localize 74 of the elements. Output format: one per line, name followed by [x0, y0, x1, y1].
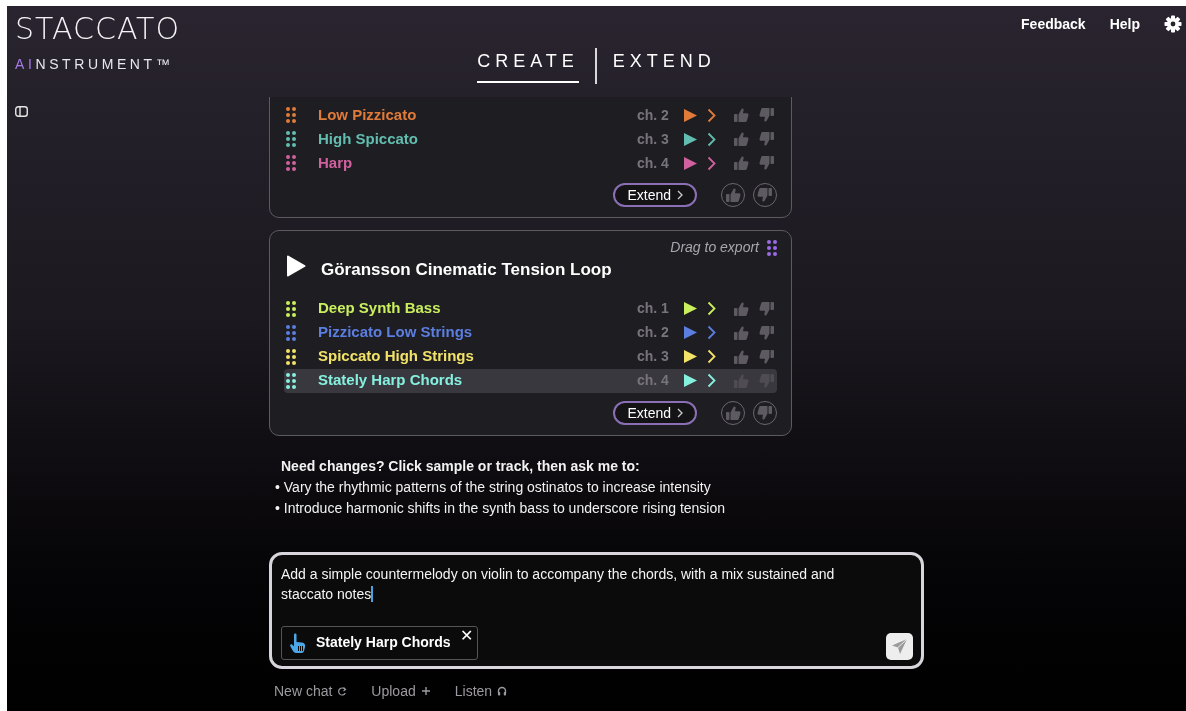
thumbs-down-icon[interactable] [759, 131, 775, 147]
message-text: Add a simple countermelody on violin to accompany the chords, with a mix sustained and staccato notes [281, 564, 836, 604]
track-row[interactable]: Low Pizzicato ch. 2 [284, 103, 777, 127]
remove-attachment-button[interactable]: ✕ [459, 626, 473, 645]
channel-label: ch. 2 [637, 105, 670, 125]
pointing-hand-icon [288, 631, 308, 654]
action-link[interactable]: Listen [454, 680, 508, 702]
drag-handle-icon[interactable] [286, 348, 296, 365]
chevron-right-icon[interactable] [707, 107, 716, 123]
thumbs-down-icon[interactable] [759, 155, 775, 171]
logo-tagline: AI NSTRUMENT™ [15, 55, 175, 74]
drag-hint: Drag to export [670, 238, 759, 257]
play-icon[interactable] [683, 373, 698, 388]
thumbs-down-icon[interactable] [759, 372, 775, 389]
thumbs-down-icon[interactable] [759, 107, 775, 123]
track-row[interactable]: Deep Synth Bass ch. 1 [284, 296, 777, 321]
thumbs-down-icon[interactable] [759, 348, 775, 365]
refresh-icon [337, 686, 348, 696]
channel-label: ch. 4 [637, 153, 670, 173]
channel-label: ch. 2 [637, 323, 670, 342]
channel-label: ch. 1 [637, 299, 670, 318]
play-icon[interactable] [683, 131, 698, 147]
play-icon[interactable] [683, 107, 698, 123]
suggestion-item: • Vary the rhythmic patterns of the string ostinatos to increase intensity [275, 477, 712, 497]
drag-handle-icon[interactable] [286, 300, 296, 317]
chevron-right-icon [677, 190, 683, 200]
channel-label: ch. 3 [637, 347, 670, 366]
track-row[interactable]: Stately Harp Chords ch. 4 [284, 368, 777, 393]
action-link[interactable]: New chat [274, 680, 348, 702]
settings-icon[interactable] [1164, 15, 1182, 33]
extend-button[interactable]: Extend [613, 183, 697, 207]
channel-label: ch. 3 [637, 129, 670, 149]
attachment-label: Stately Harp Chords [316, 633, 451, 652]
thumbs-up-icon[interactable] [733, 131, 749, 147]
headphones-icon [497, 686, 508, 696]
action-link[interactable]: Upload [371, 680, 431, 702]
thumbs-up-icon[interactable] [733, 300, 749, 317]
nav-tab[interactable]: CREATE [477, 48, 579, 83]
drag-handle-icon[interactable] [286, 324, 296, 341]
drag-handle-icon[interactable] [286, 372, 296, 389]
drag-handle-icon[interactable] [286, 155, 296, 171]
attachment-chip[interactable]: Stately Harp Chords ✕ [281, 625, 478, 660]
plus-icon [420, 686, 431, 696]
play-icon[interactable] [683, 301, 698, 316]
thumbs-up-icon[interactable] [733, 324, 749, 341]
channel-label: ch. 4 [637, 371, 670, 390]
chevron-right-icon [677, 407, 683, 418]
thumbs-up-icon[interactable] [733, 348, 749, 365]
thumbs-up-icon[interactable] [733, 107, 749, 123]
chevron-right-icon[interactable] [707, 131, 716, 147]
sample-title: Göransson Cinematic Tension Loop [321, 259, 613, 281]
track-row[interactable]: High Spiccato ch. 3 [284, 127, 777, 151]
thumbs-up-icon[interactable] [733, 155, 749, 171]
logo-wordmark: STACCATO [15, 14, 182, 44]
paper-plane-icon [891, 637, 908, 655]
nav-tab[interactable]: EXTEND [612, 48, 716, 83]
send-button[interactable] [886, 632, 913, 660]
extend-button[interactable]: Extend [613, 400, 697, 425]
header-link[interactable]: Help [1109, 14, 1140, 35]
track-row[interactable]: Harp ch. 4 [284, 151, 777, 175]
thumbs-down-icon[interactable] [759, 324, 775, 341]
play-icon[interactable] [683, 349, 698, 364]
drag-export-icon[interactable] [767, 239, 777, 256]
drag-handle-icon[interactable] [286, 131, 296, 147]
track-row[interactable]: Spiccato High Strings ch. 3 [284, 344, 777, 369]
thumbs-down-icon[interactable] [759, 300, 775, 317]
play-icon[interactable] [286, 255, 306, 277]
sidebar-toggle-icon[interactable] [15, 106, 28, 117]
drag-handle-icon[interactable] [286, 107, 296, 123]
header-link[interactable]: Feedback [1021, 14, 1086, 35]
suggestion-item: • Introduce harmonic shifts in the synth bass to underscore rising tension [275, 498, 727, 518]
suggestion-heading: Need changes? Click sample or track, then ask me to: [281, 456, 641, 476]
track-row[interactable]: Pizzicato Low Strings ch. 2 [284, 320, 777, 345]
message-field[interactable]: Add a simple countermelody on violin to accompany the chords, with a mix sustained and staccato notes Stately Harp Chords ✕ [269, 551, 924, 669]
